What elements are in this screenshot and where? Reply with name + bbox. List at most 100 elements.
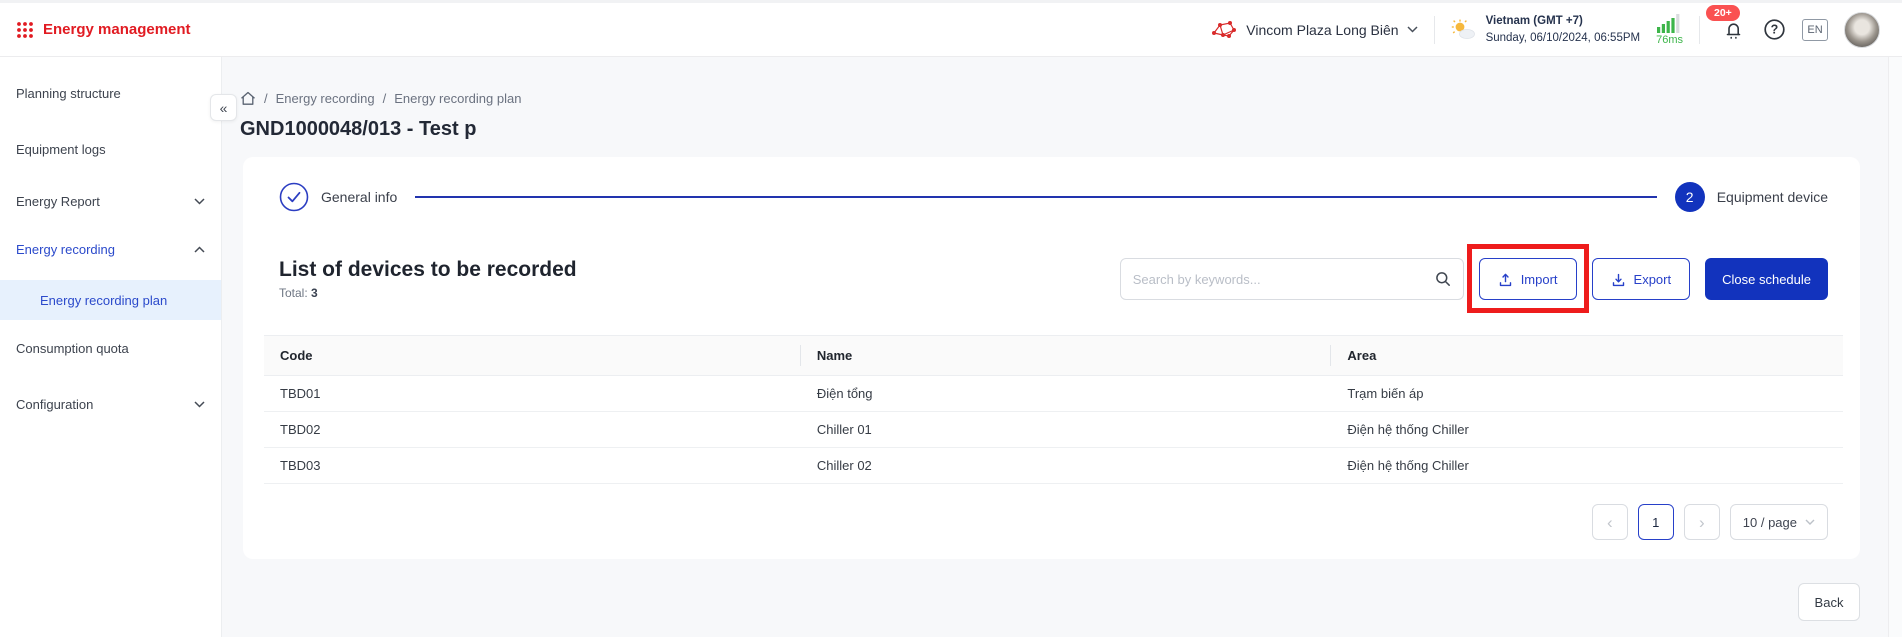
step-equipment-device[interactable]: 2 Equipment device [1675,182,1828,212]
chevron-down-icon [194,401,205,408]
wizard-stepper: General info 2 Equipment device [279,179,1828,215]
cell-code: TBD02 [264,412,801,448]
page-size-value: 10 / page [1743,515,1797,530]
pagination: ‹ 1 › 10 / page [279,504,1828,540]
table-header: Code Name Area [264,336,1843,376]
breadcrumb-item-energy-recording[interactable]: Energy recording [276,91,375,106]
sidebar-item-equipment-logs[interactable]: Equipment logs [0,121,221,177]
toolbar-controls: Import Export Close schedule [1120,258,1828,300]
table-row: TBD01 Điện tổng Trạm biến áp [264,376,1843,412]
scrollbar-gutter [1888,57,1902,637]
notifications-button[interactable]: 20+ [1722,19,1745,41]
cell-area: Điện hệ thống Chiller [1331,448,1843,484]
export-button[interactable]: Export [1592,258,1691,300]
column-header-area: Area [1331,336,1843,376]
export-label: Export [1634,272,1672,287]
sidebar-item-energy-recording-plan[interactable]: Energy recording plan [0,280,221,320]
step-label: Equipment device [1717,189,1828,205]
total-label: Total: [279,286,308,300]
sidebar-item-planning-structure[interactable]: Planning structure [0,65,221,121]
search-icon[interactable] [1435,271,1451,287]
app-launcher-grid-icon[interactable] [16,21,34,39]
search-input[interactable] [1133,272,1427,287]
pagination-prev-button[interactable]: ‹ [1592,504,1628,540]
import-button-wrapper: Import [1479,258,1577,300]
devices-table: Code Name Area TBD01 Điện tổng Trạm biến… [264,335,1843,484]
table-row: TBD03 Chiller 02 Điện hệ thống Chiller [264,448,1843,484]
import-button[interactable]: Import [1479,258,1577,300]
close-schedule-button[interactable]: Close schedule [1705,258,1828,300]
column-header-name: Name [801,336,1332,376]
sidebar-item-label: Energy recording plan [40,293,167,308]
column-header-code: Code [264,336,801,376]
page-size-selector[interactable]: 10 / page [1730,504,1828,540]
timezone-label: Vietnam (GMT +7) [1486,13,1641,29]
app-title: Energy management [43,21,191,38]
header-divider [1699,16,1700,44]
breadcrumb-separator: / [264,91,268,106]
devices-heading: List of devices to be recorded Total: 3 [279,258,577,300]
cell-area: Trạm biến áp [1331,376,1843,412]
breadcrumb-separator: / [383,91,387,106]
cell-code: TBD01 [264,376,801,412]
language-selector[interactable]: EN [1802,19,1828,41]
notification-badge: 20+ [1706,5,1740,22]
page-title: GND1000048/013 - Test p [240,118,476,141]
top-header: Energy management Vincom Plaza Long Biên [0,0,1902,57]
sidebar-item-configuration[interactable]: Configuration [0,376,221,432]
step-label: General info [321,189,397,205]
back-button[interactable]: Back [1798,583,1860,621]
sidebar-item-label: Energy Report [16,194,100,209]
chevron-up-icon [194,246,205,253]
header-divider [1434,16,1435,44]
user-avatar[interactable] [1844,12,1880,48]
chevron-right-icon: › [1699,514,1705,531]
app-logo: Energy management [16,21,191,39]
chevron-down-icon [194,198,205,205]
import-label: Import [1521,272,1558,287]
signal-bars-icon [1657,14,1682,33]
latency-value: 76ms [1656,34,1683,46]
header-actions: Vincom Plaza Long Biên Vietnam [1210,12,1880,48]
sidebar-item-energy-recording[interactable]: Energy recording [0,225,221,273]
sidebar-collapse-button[interactable]: « [210,94,237,121]
chevron-left-icon: ‹ [1607,514,1613,531]
network-status: 76ms [1656,14,1683,46]
sidebar-item-label: Equipment logs [16,142,106,157]
cell-code: TBD03 [264,448,801,484]
step-check-icon [279,182,309,212]
total-value: 3 [311,286,318,300]
site-selector[interactable]: Vincom Plaza Long Biên [1210,20,1417,40]
chevron-down-icon [1805,519,1815,525]
search-box [1120,258,1464,300]
help-button[interactable]: ? [1763,18,1786,41]
download-icon [1611,272,1626,287]
cell-name: Chiller 01 [801,412,1332,448]
bell-icon [1722,19,1745,41]
sidebar-item-energy-report[interactable]: Energy Report [0,177,221,225]
chevron-down-icon [1407,26,1418,33]
datetime-label: Sunday, 06/10/2024, 06:55PM [1486,30,1641,46]
stepper-connector [415,196,1656,198]
breadcrumb: / Energy recording / Energy recording pl… [240,91,521,106]
breadcrumb-item-energy-recording-plan[interactable]: Energy recording plan [394,91,521,106]
content-card: General info 2 Equipment device List of … [243,157,1860,559]
network-graph-icon [1210,20,1238,40]
sidebar-item-label: Consumption quota [16,341,129,356]
sidebar-nav: Planning structure Equipment logs Energy… [0,57,222,637]
svg-text:?: ? [1771,23,1779,37]
site-name: Vincom Plaza Long Biên [1246,22,1398,38]
devices-toolbar: List of devices to be recorded Total: 3 [279,255,1828,303]
home-icon[interactable] [240,91,256,106]
sidebar-item-label: Planning structure [16,86,121,101]
section-title: List of devices to be recorded [279,258,577,282]
double-chevron-left-icon: « [220,100,228,116]
weather-icon [1451,19,1477,40]
pagination-page-1[interactable]: 1 [1638,504,1674,540]
sidebar-item-label: Configuration [16,397,93,412]
step-general-info[interactable]: General info [279,182,397,212]
pagination-next-button[interactable]: › [1684,504,1720,540]
step-number: 2 [1675,182,1705,212]
sidebar-item-consumption-quota[interactable]: Consumption quota [0,320,221,376]
cell-name: Điện tổng [801,376,1332,412]
